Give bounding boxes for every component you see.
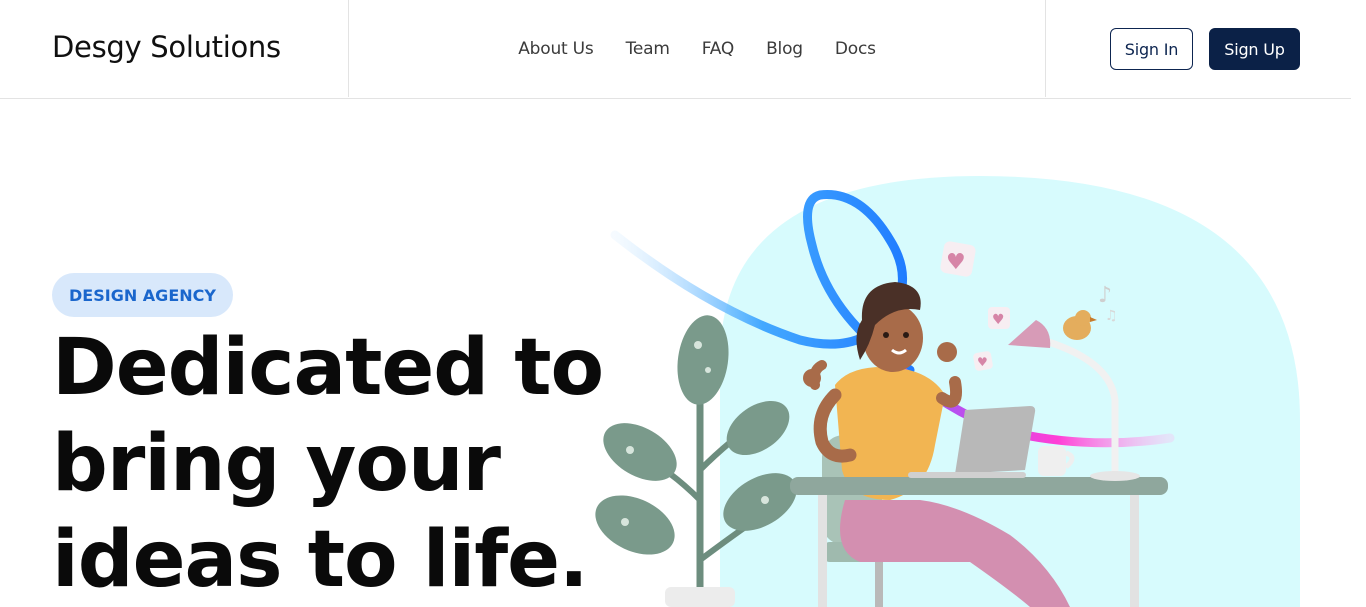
svg-text:♥: ♥ [946,250,966,275]
svg-text:♥: ♥ [992,312,1005,328]
svg-text:♫: ♫ [1105,308,1118,324]
nav-link-blog[interactable]: Blog [766,39,803,59]
site-header: Desgy Solutions About Us Team FAQ Blog D… [0,0,1351,99]
laptop-icon [955,406,1036,474]
hero-badge: DESIGN AGENCY [52,273,233,317]
svg-text:♥: ♥ [977,355,988,369]
nav-link-about-us[interactable]: About Us [518,39,594,59]
nav-link-team[interactable]: Team [626,39,670,59]
hero-headline: Dedicated to bring your ideas to life. [52,320,612,607]
hero-headline-line-2: bring your [52,419,501,509]
sign-up-button[interactable]: Sign Up [1209,28,1300,70]
hero-headline-line-1: Dedicated to [52,323,604,413]
brand-logo[interactable]: Desgy Solutions [52,30,281,64]
header-divider-right [1045,0,1046,97]
main-nav: About Us Team FAQ Blog Docs [349,0,1045,97]
hero-headline-line-3: ideas to life. [52,515,589,605]
nav-link-faq[interactable]: FAQ [702,39,735,59]
page: Desgy Solutions About Us Team FAQ Blog D… [0,0,1351,607]
nav-link-docs[interactable]: Docs [835,39,876,59]
sign-in-button[interactable]: Sign In [1110,28,1193,70]
svg-text:♪: ♪ [1098,283,1112,308]
hero-illustration: ♪ ♫ ♥ ♥ ♥ [595,176,1300,607]
